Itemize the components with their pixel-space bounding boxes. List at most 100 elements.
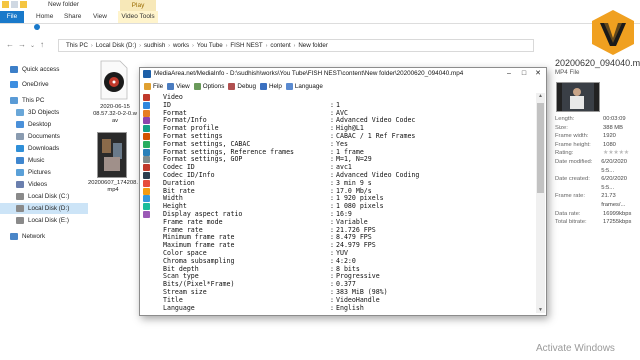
checkmark-icon[interactable]	[11, 1, 18, 8]
menu-label: File	[153, 83, 164, 90]
mediainfo-text-view[interactable]: Video ID:1 Format: AVC Format/Info: Advanced …	[142, 93, 535, 313]
menu-language[interactable]: Language	[285, 83, 323, 90]
breadcrumb-new-folder[interactable]: New folder	[295, 42, 331, 49]
tab-share[interactable]: Share	[64, 11, 81, 23]
prop-date-modified: Date modified: 6/20/2020 5:5...	[555, 158, 640, 175]
address-bar-row: ← → ⌄ ↑ This PC › Local Disk (D:) › sudhis…	[0, 35, 640, 53]
back-arrow-icon[interactable]: ←	[6, 40, 14, 49]
forward-arrow-icon[interactable]: →	[18, 40, 26, 49]
menu-debug[interactable]: Debug	[228, 83, 256, 90]
menu-help[interactable]: Help	[259, 83, 282, 90]
mediainfo-app-icon	[143, 70, 151, 78]
sidebar-item-local-disk-d[interactable]: Local Disk (D:)	[0, 203, 88, 214]
sidebar-item-label: Videos	[28, 181, 48, 188]
sidebar-item-onedrive[interactable]: OneDrive	[0, 79, 98, 90]
sidebar-item-pictures[interactable]: Pictures	[0, 167, 104, 178]
minimize-icon[interactable]: –	[502, 68, 516, 80]
video-preview-image	[557, 83, 599, 111]
mediainfo-scrollbar[interactable]: ▲ ▼	[536, 93, 545, 313]
tab-view[interactable]: View	[93, 11, 107, 23]
prop-key: Size:	[555, 124, 568, 131]
sidebar-item-quick-access[interactable]: Quick access	[0, 64, 98, 75]
folder-icon[interactable]	[2, 1, 9, 8]
details-file-title: 20200620_094040.mp4	[555, 58, 640, 68]
breadcrumb-you-tube[interactable]: You Tube	[194, 42, 226, 49]
up-arrow-icon[interactable]: ↑	[40, 40, 44, 49]
sidebar-item-documents[interactable]: Documents	[0, 131, 104, 142]
prop-data-rate: Data rate: 16999kbps	[555, 210, 640, 219]
drive-icon	[16, 193, 24, 200]
sidebar-item-label: Pictures	[28, 169, 51, 176]
menu-label: Debug	[237, 83, 256, 90]
scroll-up-icon[interactable]: ▲	[536, 93, 545, 99]
breadcrumb-fish-nest[interactable]: FISH NEST	[227, 42, 265, 49]
breadcrumb-local-disk[interactable]: Local Disk (D:)	[93, 42, 140, 49]
prop-total-bitrate: Total bitrate: 17255kbps	[555, 218, 640, 227]
music-note-icon	[16, 157, 24, 164]
prop-size: Size: 388 MB	[555, 124, 640, 133]
prop-frame-rate: Frame rate: 21.73 frames/...	[555, 192, 640, 209]
cloud-icon	[10, 81, 18, 88]
breadcrumb-works[interactable]: works	[170, 42, 192, 49]
prop-rating[interactable]: Rating: ★★★★★	[555, 149, 640, 158]
prop-length: Length: 00:03:09	[555, 115, 640, 124]
tab-file[interactable]: File	[0, 11, 24, 23]
file-name-line: 08.57.32-0-2-0.w	[93, 111, 137, 117]
star-icon	[10, 66, 18, 73]
breadcrumb[interactable]: This PC › Local Disk (D:) › sudhish › works…	[58, 39, 534, 52]
sidebar-item-local-disk-e[interactable]: Local Disk (E:)	[0, 215, 104, 226]
window-title: New folder	[48, 1, 80, 8]
file-name-line: mp4	[107, 187, 119, 193]
menu-file[interactable]: File	[144, 83, 163, 90]
breadcrumb-this-pc[interactable]: This PC	[63, 42, 91, 49]
menu-view[interactable]: View	[167, 83, 190, 90]
mediainfo-value: English	[336, 303, 364, 312]
prop-key: Data rate:	[555, 210, 581, 217]
activate-windows-watermark: Activate Windows	[536, 343, 615, 354]
details-file-type: MP4 File	[555, 69, 580, 76]
tab-home[interactable]: Home	[36, 11, 53, 23]
sidebar-item-label: Local Disk (C:)	[28, 193, 70, 200]
menu-options[interactable]: Options	[193, 83, 224, 90]
prop-value: 1920	[603, 133, 616, 140]
sidebar-item-downloads[interactable]: Downloads	[0, 143, 104, 154]
help-menu-icon	[259, 83, 267, 90]
file-name-wav: 2020-06-15 08.57.32-0-2-0.w av	[88, 104, 142, 125]
sidebar-item-label: Documents	[28, 133, 60, 140]
sidebar-item-label: Music	[28, 157, 45, 164]
cube-icon	[16, 109, 24, 116]
recent-locations-icon[interactable]: ⌄	[30, 42, 35, 49]
view-menu-icon	[167, 83, 175, 90]
prop-key: Total bitrate:	[555, 219, 587, 226]
sidebar-item-this-pc[interactable]: This PC	[0, 95, 98, 106]
prop-value: 00:03:09	[603, 116, 626, 122]
scrollbar-thumb[interactable]	[537, 103, 544, 193]
breadcrumb-sudhish[interactable]: sudhish	[141, 42, 168, 49]
file-item-mp4[interactable]	[97, 132, 127, 178]
sidebar-item-label: Local Disk (E:)	[28, 217, 69, 224]
video-icon	[16, 181, 24, 188]
new-folder-icon[interactable]	[20, 1, 27, 8]
prop-key: Date modified:	[555, 158, 593, 165]
maximize-icon[interactable]: □	[517, 68, 531, 80]
explorer-titlebar: New folder	[0, 0, 640, 11]
computer-icon	[10, 97, 18, 104]
tab-video-tools[interactable]: Video Tools	[118, 11, 158, 23]
close-icon[interactable]: ✕	[531, 68, 545, 80]
document-icon	[16, 133, 24, 140]
help-icon[interactable]	[34, 24, 40, 30]
breadcrumb-content[interactable]: content	[267, 42, 293, 49]
file-name-line: 2020-06-15	[100, 104, 130, 110]
drive-icon	[16, 205, 24, 212]
rating-stars[interactable]: ★★★★★	[603, 149, 629, 158]
scroll-down-icon[interactable]: ▼	[536, 307, 545, 313]
sidebar-item-label: 3D Objects	[28, 109, 60, 116]
mediainfo-line: Language: English	[142, 304, 535, 312]
file-item-wav[interactable]	[97, 60, 131, 100]
file-name-mp4: 20200607_174208. mp4	[86, 180, 140, 194]
prop-frame-height: Frame height: 1080	[555, 141, 640, 150]
sidebar-item-music[interactable]: Music	[0, 155, 104, 166]
sidebar-item-network[interactable]: Network	[0, 231, 98, 242]
play-context-tab[interactable]: Play	[120, 0, 156, 11]
navigation-pane: Quick access OneDrive This PC 3D Objects…	[0, 58, 88, 360]
